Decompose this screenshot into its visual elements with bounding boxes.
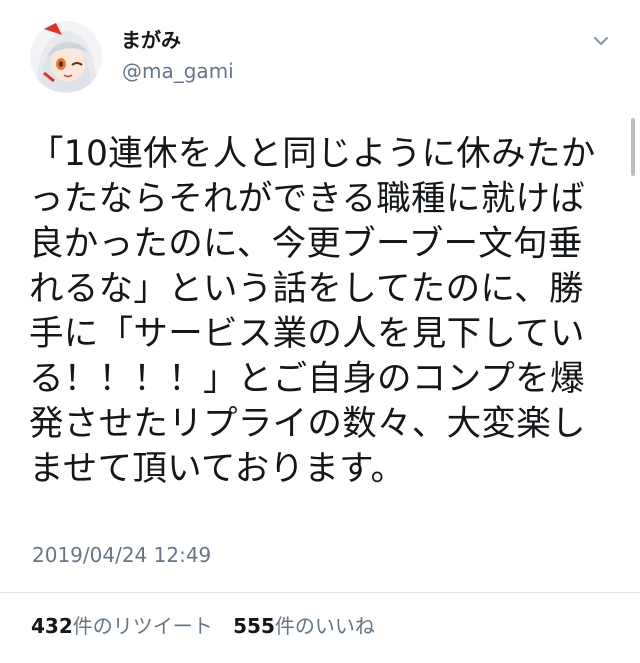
tweet-text-line: 良かったのに、今更ブーブー文句垂 (29, 224, 583, 264)
avatar[interactable] (30, 21, 102, 93)
retweet-count: 432 (31, 614, 73, 638)
retweet-label: 件のリツイート (72, 614, 213, 638)
tweet-text-line: 手に「サービス業の人を見下してい (29, 314, 585, 354)
chevron-down-icon[interactable] (588, 30, 614, 50)
divider (0, 592, 640, 593)
anime-avatar-icon (30, 21, 102, 93)
tweet-text-line: 発させたリプライの数々、大変楽し (29, 404, 586, 444)
like-label: 件のいいね (274, 614, 375, 638)
tweet-text-line: れるな」という話をしてたのに、勝 (29, 269, 584, 309)
like-count-link[interactable]: 555件のいいね (233, 612, 375, 640)
display-name[interactable]: まがみ (121, 27, 181, 53)
user-handle[interactable]: @ma_gami (122, 58, 234, 84)
tweet-text-line: る！！！！」とご自身のコンプを爆 (29, 359, 585, 399)
like-count: 555 (233, 614, 275, 638)
tweet-text-line: ったならそれができる職種に就けば (29, 179, 586, 219)
tweet-text: 「10連休を人と同じように休みたか ったならそれができる職種に就けば 良かったの… (29, 132, 619, 492)
tweet-timestamp[interactable]: 2019/04/24 12:49 (32, 541, 211, 569)
retweet-count-link[interactable]: 432件のリツイート (31, 612, 213, 640)
tweet-text-line: ませて頂いております。 (29, 449, 406, 489)
tweet-text-line: 「10連休を人と同じように休みたか (29, 134, 596, 174)
tweet-stats: 432件のリツイート 555件のいいね (31, 612, 375, 640)
scrollbar[interactable] (631, 118, 635, 176)
tweet-detail: まがみ @ma_gami 「10連休を人と同じように休みたか ったならそれができ… (0, 0, 640, 663)
